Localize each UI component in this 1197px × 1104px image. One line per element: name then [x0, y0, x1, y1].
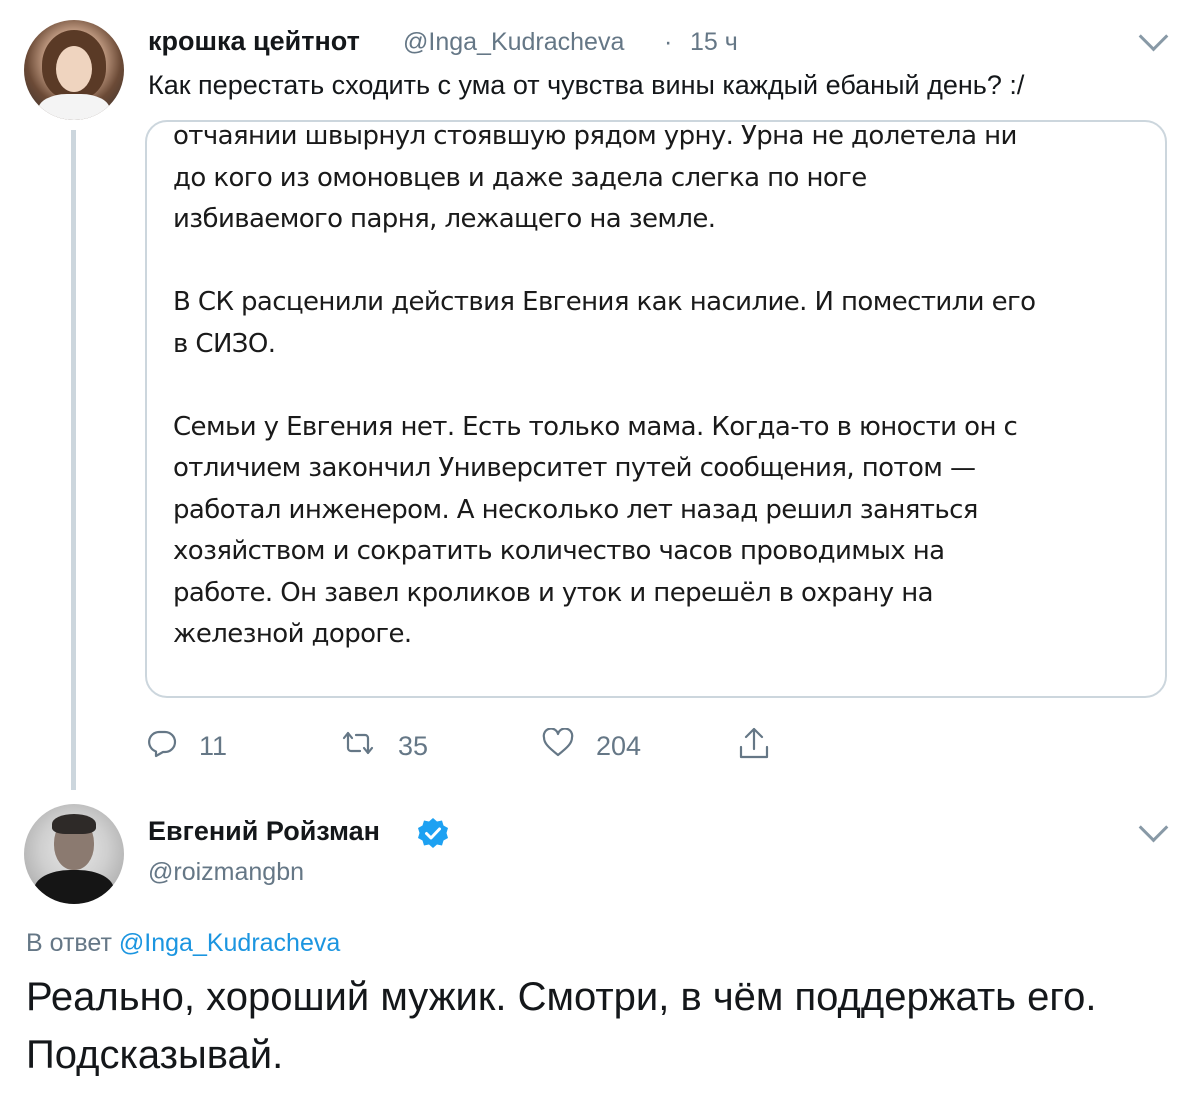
- reply-to-label: В ответ: [26, 929, 112, 957]
- author-handle[interactable]: @Inga_Kudracheva: [403, 28, 624, 57]
- quoted-paragraph: отчаянии швырнул стоявшую рядом урну. Ур…: [173, 121, 1017, 234]
- separator-dot: ·: [664, 28, 673, 56]
- retweet-button[interactable]: 35: [340, 728, 428, 765]
- verified-badge-icon: [416, 817, 450, 851]
- like-button[interactable]: 204: [542, 727, 642, 765]
- retweet-count: 35: [398, 731, 429, 761]
- quoted-paragraph: В СК расценили действия Евгения как наси…: [173, 287, 1036, 359]
- avatar-jacket: [34, 870, 114, 904]
- author-name[interactable]: крошка цейтнот: [148, 26, 360, 57]
- quoted-screenshot-card[interactable]: отчаянии швырнул стоявшую рядом урну. Ур…: [145, 120, 1167, 698]
- reply-to-mention[interactable]: @Inga_Kudracheva: [119, 929, 340, 957]
- reply-count: 11: [199, 731, 228, 761]
- share-button[interactable]: [737, 725, 793, 768]
- quoted-paragraph: Семьи у Евгения нет. Есть только мама. К…: [173, 411, 1018, 650]
- chevron-down-icon[interactable]: [1138, 812, 1169, 843]
- like-count: 204: [596, 731, 642, 761]
- tweet-text: Как перестать сходить с ума от чувства в…: [148, 70, 1025, 100]
- tweet-text: Реально, хороший мужик. Смотри, в чём по…: [26, 975, 1097, 1077]
- share-icon: [737, 725, 771, 768]
- retweet-icon: [340, 728, 376, 765]
- quoted-text: отчаянии швырнул стоявшую рядом урну. Ур…: [173, 121, 1163, 696]
- tweet-timestamp[interactable]: 15 ч: [690, 28, 738, 57]
- avatar-face: [56, 46, 92, 92]
- avatar[interactable]: [24, 20, 124, 120]
- reply-icon: [147, 728, 177, 765]
- chevron-down-icon[interactable]: [1138, 21, 1169, 52]
- thread-line: [71, 130, 76, 790]
- reply-button[interactable]: 11: [147, 728, 227, 765]
- like-icon: [542, 727, 574, 765]
- avatar-hair: [52, 814, 96, 834]
- author-handle[interactable]: @roizmangbn: [148, 858, 304, 887]
- reply-to-line: В ответ @Inga_Kudracheva: [26, 929, 340, 958]
- avatar-shirt: [38, 94, 110, 120]
- author-name[interactable]: Евгений Ройзман: [148, 816, 380, 847]
- avatar[interactable]: [24, 804, 124, 904]
